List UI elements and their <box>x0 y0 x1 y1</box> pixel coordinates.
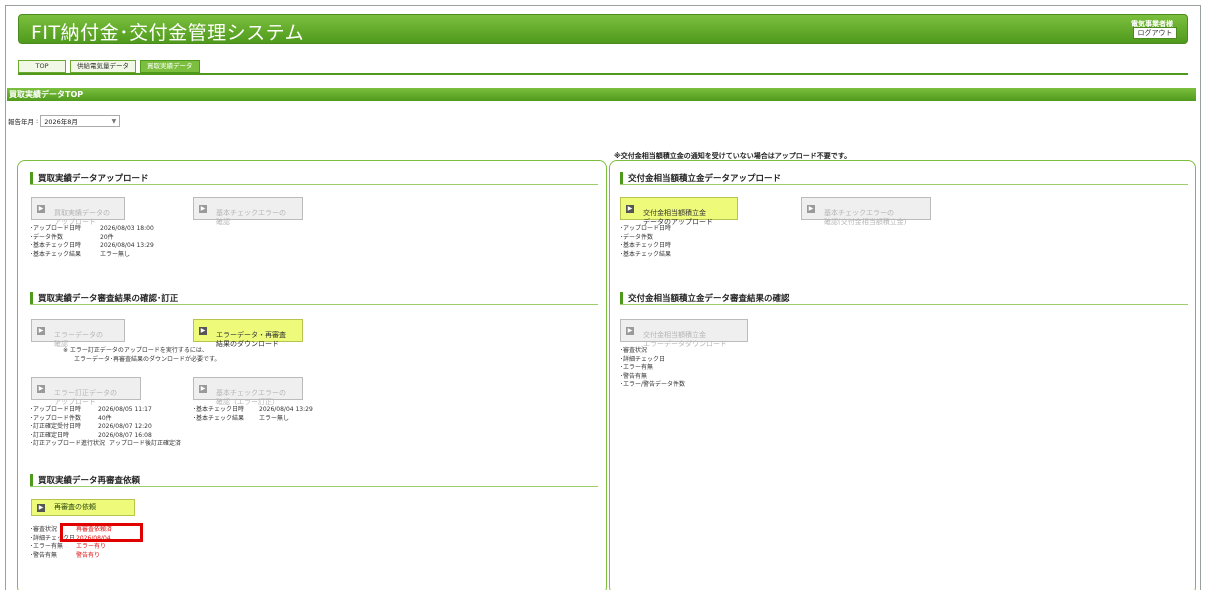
section-title: 買取実績データ審査結果の確認･訂正 <box>38 294 179 304</box>
grant-review-info: ･審査状況 ･詳細チェック日 ･エラー有無 ･警告有無 ･エラー/警告データ件数 <box>620 347 686 388</box>
arrow-right-icon: ▶ <box>37 385 45 393</box>
arrow-right-icon: ▶ <box>626 327 634 335</box>
main-tabs: TOP 供給電気量データ 買取実績データ <box>18 60 200 73</box>
section-title: 買取実績データ再審査依頼 <box>38 476 141 486</box>
error-correction-upload-button[interactable]: ▶ エラー訂正データの アップロード <box>31 377 141 406</box>
period-value: 2026年8月 <box>44 118 78 126</box>
arrow-right-icon: ▶ <box>37 504 45 512</box>
grant-upload-info: ･アップロード日時 ･データ件数 ･基本チェック日時 ･基本チェック結果 <box>620 225 672 258</box>
grant-data-upload-button[interactable]: ▶ 交付金相当額積立金 データのアップロード <box>620 197 738 226</box>
section-grant-review: 交付金相当額積立金データ審査結果の確認 <box>620 291 1188 305</box>
arrow-right-icon: ▶ <box>37 327 45 335</box>
period-select[interactable]: 2026年8月 ▼ <box>40 115 121 127</box>
section-rereview: 買取実績データ再審査依頼 <box>30 473 598 487</box>
review-status-highlight <box>60 523 143 542</box>
grant-error-download-button[interactable]: ▶ 交付金相当額積立金 エラーデータダウンロード <box>620 319 748 348</box>
arrow-right-icon: ▶ <box>626 205 634 213</box>
app-title: FIT納付金･交付金管理システム <box>31 22 305 44</box>
section-review: 買取実績データ審査結果の確認･訂正 <box>30 291 598 305</box>
arrow-right-icon: ▶ <box>199 327 207 335</box>
section-title: 買取実績データアップロード <box>38 174 149 184</box>
chevron-down-icon: ▼ <box>111 117 117 125</box>
grant-reserve-panel: 交付金相当額積立金データアップロード ▶ 交付金相当額積立金 データのアップロード… <box>609 160 1196 590</box>
basic-check-error-button[interactable]: ▶ 基本チェックエラーの 確認 <box>193 197 303 226</box>
period-selector: 報告年月: 2026年8月 ▼ <box>8 115 121 127</box>
upload-purchase-data-button[interactable]: ▶ 買取実績データの アップロード <box>31 197 125 226</box>
tab-underline <box>18 73 1188 75</box>
page-heading-bar: 買取実績データTOP <box>7 88 1196 101</box>
section-title: 交付金相当額積立金データ審査結果の確認 <box>628 294 790 304</box>
error-data-confirm-button[interactable]: ▶ エラーデータの 確認 <box>31 319 125 348</box>
rereview-request-button[interactable]: ▶ 再審査の依頼 <box>31 499 135 516</box>
review-info-left: ･アップロード日時 2026/08/05 11:17 ･アップロード件数 40件 ･… <box>30 406 182 447</box>
arrow-right-icon: ▶ <box>807 205 815 213</box>
arrow-right-icon: ▶ <box>199 205 207 213</box>
error-data-download-button[interactable]: ▶ エラーデータ・再審査 結果のダウンロード <box>193 319 303 348</box>
section-grant-upload: 交付金相当額積立金データアップロード <box>620 171 1188 185</box>
tab-supply-data[interactable]: 供給電気量データ <box>70 60 136 73</box>
period-label: 報告年月 <box>8 118 34 126</box>
section-upload: 買取実績データアップロード <box>30 171 598 185</box>
page-title: 買取実績データTOP <box>9 90 84 99</box>
tab-purchase-data[interactable]: 買取実績データ <box>140 60 200 73</box>
review-info-right: ･基本チェック日時 2026/08/04 13:29 ･基本チェック結果 エラー無し <box>193 406 313 422</box>
arrow-right-icon: ▶ <box>199 385 207 393</box>
tab-top[interactable]: TOP <box>18 60 66 73</box>
basic-check-correction-button[interactable]: ▶ 基本チェックエラーの 確認（エラー訂正） <box>193 377 303 406</box>
app-header: FIT納付金･交付金管理システム 電気事業者様 ログアウト <box>18 14 1188 44</box>
section-title: 交付金相当額積立金データアップロード <box>628 174 782 184</box>
review-note: ※ エラー訂正データのアップロードを実行するには、 エラーデータ･再審査結果のダ… <box>63 347 221 363</box>
grant-basic-check-error-button[interactable]: ▶ 基本チェックエラーの 確認(交付金相当額積立金) <box>801 197 931 226</box>
upload-info: ･アップロード日時 2026/08/03 18:00 ･データ件数 20件 ･基本チ… <box>30 225 154 258</box>
arrow-right-icon: ▶ <box>37 205 45 213</box>
logout-button[interactable]: ログアウト <box>1133 27 1177 39</box>
